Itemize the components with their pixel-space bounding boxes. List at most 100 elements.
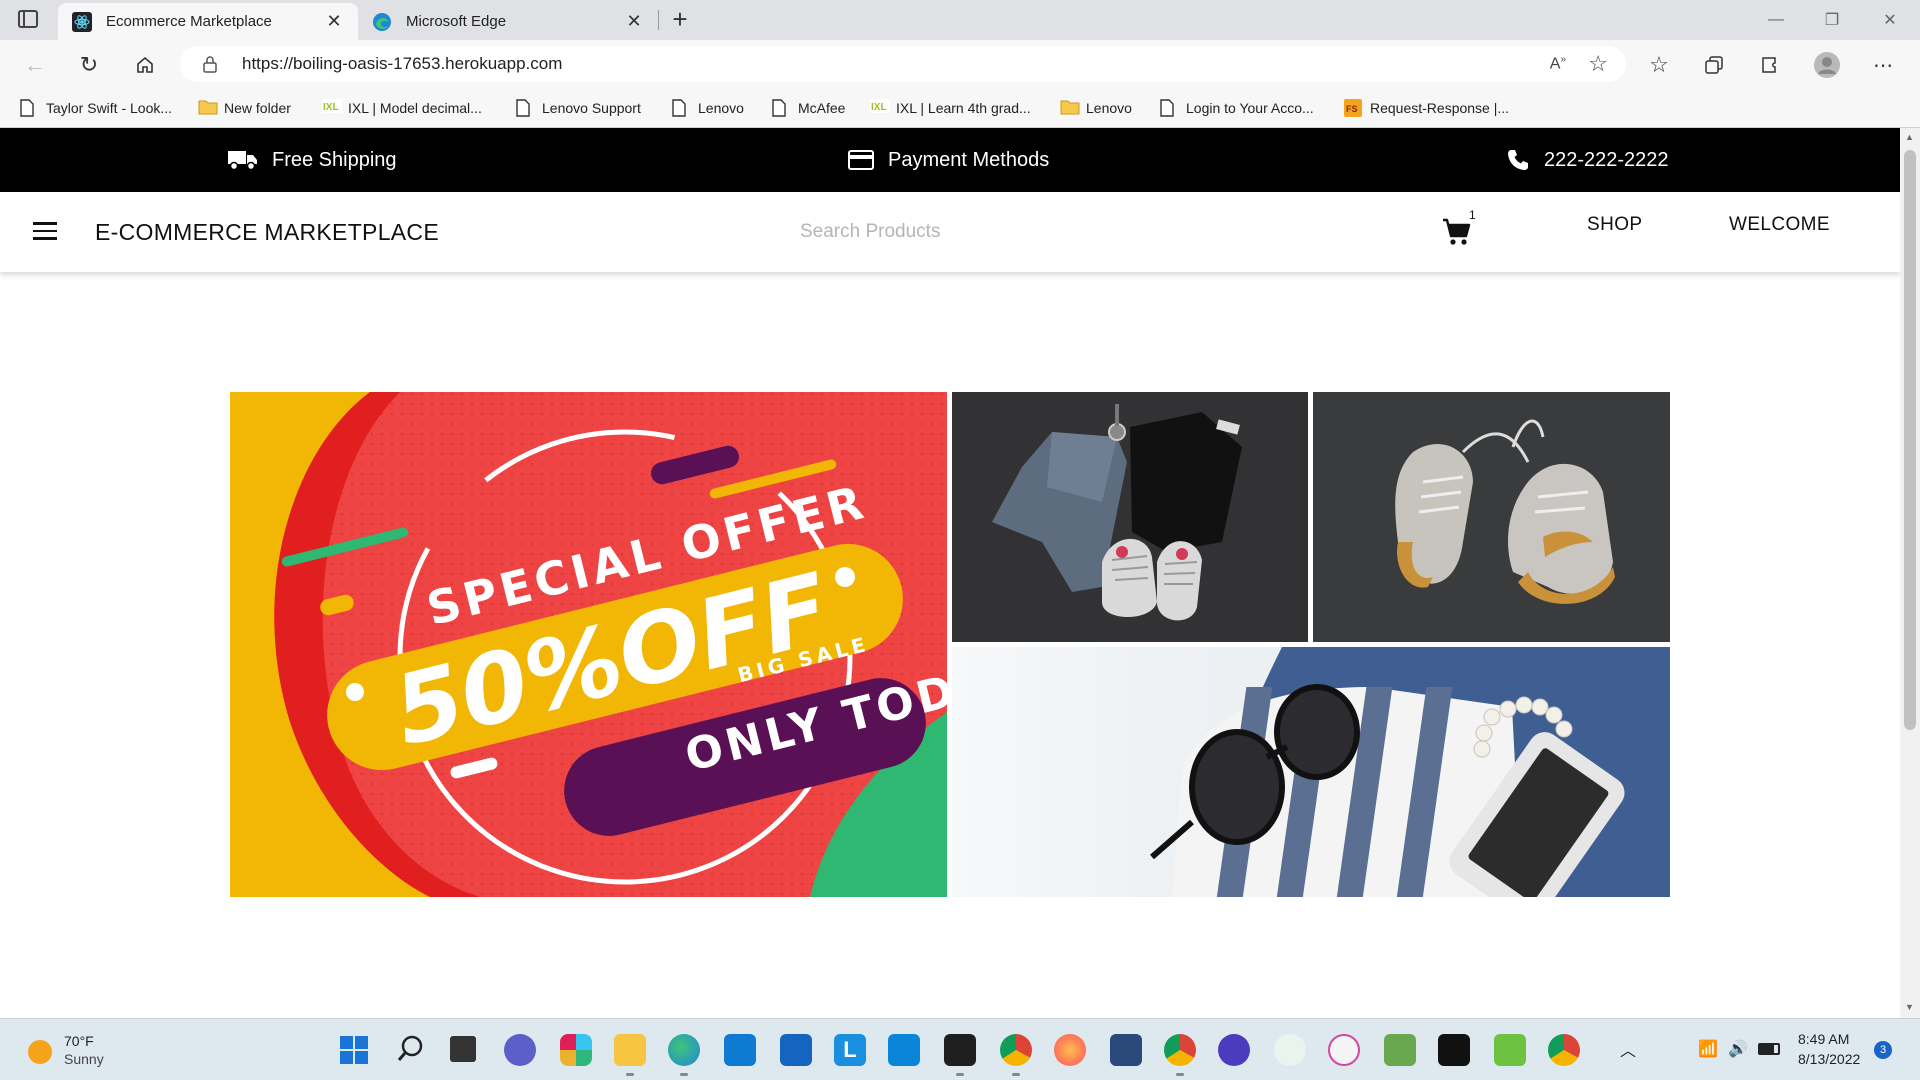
restore-icon[interactable]: ❐: [1804, 0, 1860, 40]
free-shipping-label: Free Shipping: [272, 148, 397, 171]
mongodb-icon[interactable]: [1274, 1034, 1306, 1066]
window-close-icon[interactable]: ✕: [1862, 0, 1918, 40]
close-tab-icon[interactable]: ✕: [624, 11, 644, 32]
special-offer-banner[interactable]: SPECIAL OFFER 50%OFF BIG SALE ONLY TODAY: [230, 392, 947, 897]
ixl-icon: IXL: [322, 99, 342, 117]
bookmark-item[interactable]: McAfee: [772, 96, 845, 120]
store-icon[interactable]: [780, 1034, 812, 1066]
close-tab-icon[interactable]: ✕: [324, 11, 344, 32]
teams-chat-icon[interactable]: [504, 1034, 536, 1066]
bookmark-label: Request-Response |...: [1370, 100, 1510, 116]
sun-icon: [28, 1040, 52, 1064]
lock-icon[interactable]: [202, 55, 218, 78]
search-icon[interactable]: [396, 1034, 426, 1069]
chrome-icon[interactable]: [1164, 1034, 1196, 1066]
tab-actions-icon[interactable]: [18, 10, 38, 28]
site-header: E-COMMERCE MARKETPLACE 1 SHOP WELCOME: [0, 192, 1900, 272]
sneakers-illustration: [1313, 392, 1670, 642]
search-input[interactable]: [800, 212, 1260, 252]
bookmark-item[interactable]: New folder: [198, 96, 291, 120]
truck-icon: [228, 151, 257, 171]
collections-icon[interactable]: [1697, 48, 1731, 82]
phone-number: 222-222-2222: [1544, 148, 1669, 171]
chrome-icon[interactable]: [1548, 1034, 1580, 1066]
bookmark-item[interactable]: IXL IXL | Model decimal...: [322, 96, 482, 120]
cart-icon[interactable]: [1442, 218, 1472, 251]
extensions-icon[interactable]: [1752, 48, 1786, 82]
tab-microsoft-edge[interactable]: Microsoft Edge ✕: [358, 3, 658, 40]
clock-time[interactable]: 8:49 AM: [1798, 1031, 1849, 1047]
tab-ecommerce-marketplace[interactable]: Ecommerce Marketplace ✕: [58, 3, 358, 40]
bookmark-item[interactable]: Lenovo Support: [516, 96, 641, 120]
ixl-icon: IXL: [870, 99, 890, 117]
app-icon[interactable]: [1438, 1034, 1470, 1066]
home-icon[interactable]: [128, 48, 162, 82]
battery-icon[interactable]: [1758, 1043, 1780, 1055]
bookmark-item[interactable]: IXL IXL | Learn 4th grad...: [870, 96, 1031, 120]
add-favorite-icon[interactable]: ☆: [1588, 51, 1608, 77]
bookmark-item[interactable]: Login to Your Acco...: [1160, 96, 1314, 120]
vscode-icon[interactable]: [724, 1034, 756, 1066]
bookmark-item[interactable]: FS Request-Response |...: [1344, 96, 1509, 120]
hamburger-menu-icon[interactable]: [33, 222, 57, 240]
profile-avatar[interactable]: [1810, 48, 1844, 82]
react-icon: [72, 11, 92, 32]
firefox-icon[interactable]: [1054, 1034, 1086, 1066]
weather-widget[interactable]: 70°F Sunny: [28, 1033, 148, 1069]
app-icon[interactable]: [1384, 1034, 1416, 1066]
sneakers-product-image[interactable]: [1313, 392, 1670, 642]
terminal-icon[interactable]: [944, 1034, 976, 1066]
special-offer-art: SPECIAL OFFER 50%OFF BIG SALE ONLY TODAY: [230, 392, 947, 897]
bookmark-label: IXL | Model decimal...: [348, 100, 482, 116]
clothes-product-image[interactable]: [952, 392, 1308, 642]
tab-title: Microsoft Edge: [406, 13, 507, 30]
bookmark-label: Lenovo: [1086, 100, 1132, 116]
bookmark-item[interactable]: Taylor Swift - Look...: [20, 96, 172, 120]
page-icon: [772, 99, 790, 117]
edge-icon: [372, 12, 392, 32]
bookmark-item[interactable]: Lenovo: [672, 96, 744, 120]
free-shipping: Free Shipping: [228, 128, 397, 192]
favorites-icon[interactable]: ☆: [1642, 48, 1676, 82]
lenovo-icon[interactable]: L: [834, 1034, 866, 1066]
app-icon[interactable]: [1110, 1034, 1142, 1066]
svg-text:FS: FS: [1346, 104, 1358, 114]
nav-shop[interactable]: SHOP: [1587, 214, 1642, 236]
task-view-icon[interactable]: [450, 1036, 476, 1062]
itunes-icon[interactable]: [1328, 1034, 1360, 1066]
wifi-icon[interactable]: 📶: [1698, 1039, 1718, 1059]
refresh-icon[interactable]: ↻: [72, 48, 106, 82]
chevron-up-icon[interactable]: ︿: [1620, 1037, 1636, 1061]
edge-icon[interactable]: [668, 1034, 700, 1066]
scrollbar-thumb[interactable]: [1904, 150, 1916, 730]
clock-date[interactable]: 8/13/2022: [1798, 1051, 1860, 1067]
tab-title: Ecommerce Marketplace: [106, 13, 272, 30]
file-explorer-icon[interactable]: [614, 1034, 646, 1066]
back-arrow-icon[interactable]: ←: [18, 48, 52, 82]
start-icon[interactable]: [340, 1036, 368, 1064]
url-text: https://boiling-oasis-17653.herokuapp.co…: [242, 54, 563, 73]
new-tab-icon[interactable]: +: [666, 6, 694, 34]
app-icon[interactable]: [1218, 1034, 1250, 1066]
more-menu-icon[interactable]: ⋯: [1866, 48, 1900, 82]
site-brand[interactable]: E-COMMERCE MARKETPLACE: [95, 219, 439, 246]
scroll-down-icon[interactable]: ▼: [1905, 1002, 1914, 1012]
app-icon[interactable]: [1494, 1034, 1526, 1066]
chrome-profile-icon[interactable]: [1000, 1034, 1032, 1066]
slack-icon[interactable]: [560, 1034, 592, 1066]
minimize-icon[interactable]: —: [1748, 0, 1804, 40]
scroll-up-icon[interactable]: ▲: [1905, 132, 1914, 142]
page-scrollbar[interactable]: ▲ ▼: [1900, 128, 1920, 1018]
nav-welcome[interactable]: WELCOME: [1729, 214, 1830, 236]
accessories-illustration: [952, 647, 1670, 897]
svg-text:IXL: IXL: [871, 102, 887, 113]
accessories-product-image[interactable]: [952, 647, 1670, 897]
weather-temp: 70°F: [64, 1033, 94, 1049]
notification-badge[interactable]: 3: [1874, 1041, 1892, 1059]
address-bar[interactable]: https://boiling-oasis-17653.herokuapp.co…: [180, 46, 1626, 82]
bookmark-item[interactable]: Lenovo: [1060, 96, 1132, 120]
volume-icon[interactable]: 🔊: [1728, 1039, 1748, 1059]
read-aloud-icon[interactable]: A»: [1550, 54, 1566, 73]
app-icon[interactable]: [888, 1034, 920, 1066]
phone-contact: 222-222-2222: [1506, 128, 1669, 192]
